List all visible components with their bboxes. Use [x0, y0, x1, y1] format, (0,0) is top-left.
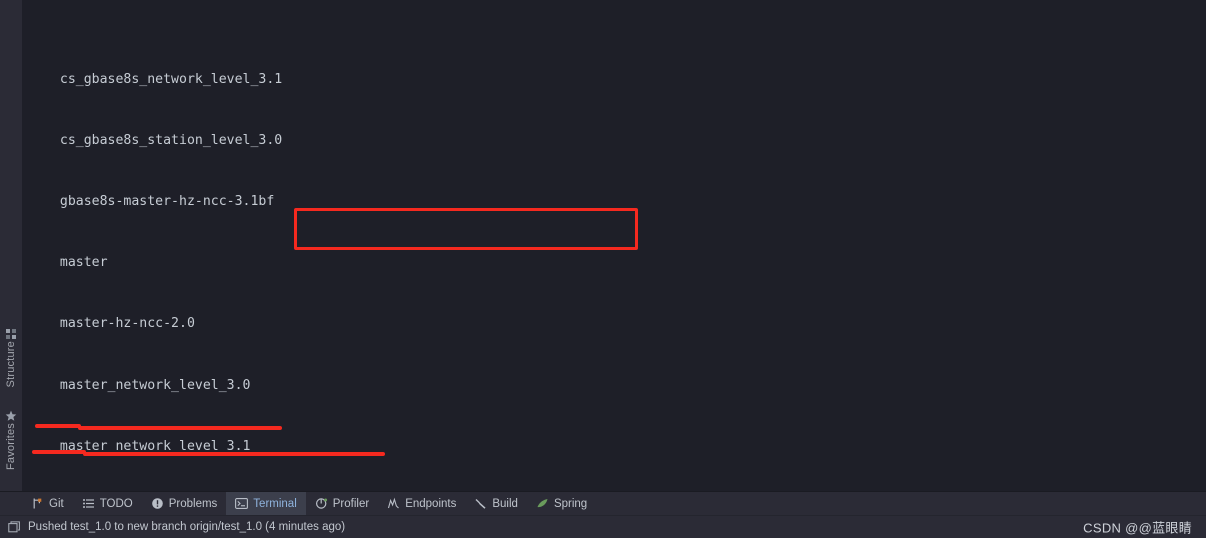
star-icon — [5, 407, 17, 421]
terminal-icon — [235, 497, 249, 510]
tool-tab-spring[interactable]: Spring — [527, 492, 596, 515]
tool-tab-terminal[interactable]: Terminal — [226, 492, 306, 515]
tool-tab-label: TODO — [99, 497, 133, 510]
tool-tab-endpoints[interactable]: Endpoints — [378, 492, 465, 515]
ide-body: Structure Favorites cs_gbase8s_network_l… — [0, 0, 1206, 491]
left-tool-rail: Structure Favorites — [0, 0, 23, 491]
branch-line: cs_gbase8s_network_level_3.1 — [44, 70, 1206, 90]
branch-name: master-hz-ncc-2.0 — [59, 316, 195, 332]
tool-tab-git[interactable]: Git — [22, 492, 73, 515]
branch-line: master — [44, 253, 1206, 273]
sidebar-item-favorites[interactable]: Favorites — [0, 404, 22, 472]
hammer-icon — [474, 497, 487, 510]
branch-name: master_network_level_3.1 — [59, 438, 251, 454]
endpoints-icon — [387, 497, 400, 510]
tool-tab-label: Profiler — [332, 497, 370, 510]
toolbar-left-spacer — [0, 492, 22, 515]
branch-line: gbase8s-master-hz-ncc-3.1bf — [44, 192, 1206, 212]
sidebar-item-structure[interactable]: Structure — [0, 322, 22, 389]
warning-icon — [151, 497, 164, 510]
branch-name: cs_gbase8s_network_level_3.1 — [59, 71, 283, 87]
git-branch-icon — [31, 497, 44, 510]
branch-line: master_network_level_3.1 — [44, 437, 1206, 457]
structure-label: Structure — [5, 341, 17, 388]
tool-tab-label: Spring — [553, 497, 588, 510]
branch-line: master_network_level_3.0 — [44, 376, 1206, 396]
tool-tab-label: Endpoints — [405, 497, 457, 510]
branch-line: cs_gbase8s_station_level_3.0 — [44, 131, 1206, 151]
tool-tab-label: Problems — [168, 497, 218, 510]
todo-list-icon — [82, 497, 95, 510]
ide-window: Structure Favorites cs_gbase8s_network_l… — [0, 0, 1206, 538]
branch-name: gbase8s-master-hz-ncc-3.1bf — [59, 194, 275, 210]
terminal-output: cs_gbase8s_network_level_3.1 cs_gbase8s_… — [44, 0, 1206, 491]
tool-tab-build[interactable]: Build — [465, 492, 527, 515]
tool-tab-problems[interactable]: Problems — [142, 492, 227, 515]
favorites-label: Favorites — [5, 423, 17, 471]
branch-name: cs_gbase8s_station_level_3.0 — [59, 132, 283, 148]
tool-tab-label: Git — [49, 497, 64, 510]
tool-tab-todo[interactable]: TODO — [73, 492, 142, 515]
branch-name: master — [59, 255, 108, 271]
structure-grid-icon — [5, 325, 17, 339]
tool-window-bar: Git TODO Problems Terminal Profiler Endp… — [0, 491, 1206, 515]
branch-line: master-hz-ncc-2.0 — [44, 314, 1206, 334]
tool-tab-profiler[interactable]: Profiler — [306, 492, 378, 515]
notification-icon[interactable] — [8, 520, 21, 534]
watermark: CSDN @@蓝眼睛 — [1083, 520, 1192, 536]
spring-leaf-icon — [536, 497, 549, 510]
tool-tab-label: Build — [492, 497, 518, 510]
status-message: Pushed test_1.0 to new branch origin/tes… — [28, 521, 346, 533]
branch-name: master_network_level_3.0 — [59, 377, 251, 393]
terminal-panel[interactable]: cs_gbase8s_network_level_3.1 cs_gbase8s_… — [23, 0, 1206, 491]
tool-tab-label: Terminal — [253, 497, 297, 510]
status-bar: Pushed test_1.0 to new branch origin/tes… — [0, 515, 1206, 538]
profiler-icon — [315, 497, 328, 510]
